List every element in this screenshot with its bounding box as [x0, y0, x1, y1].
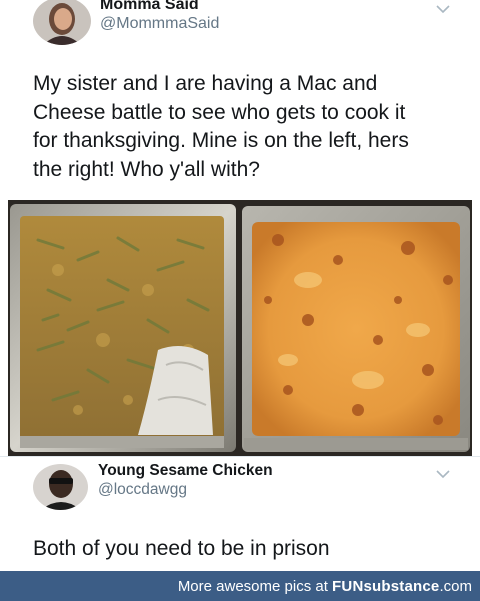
reply-author-name[interactable]: Young Sesame Chicken	[98, 462, 273, 480]
reply-author-handle[interactable]: @loccdawgg	[98, 481, 187, 499]
right-pan	[242, 206, 470, 452]
author-name[interactable]: Momma Said	[100, 0, 199, 14]
tweet-text-line: My sister and I are having a Mac and	[33, 72, 378, 95]
reply-text: Both of you need to be in prison	[33, 537, 330, 560]
chevron-down-icon[interactable]	[436, 4, 450, 14]
tweet-text-line: Cheese battle to see who gets to cook it	[33, 100, 406, 124]
reply-author-avatar[interactable]	[33, 464, 88, 510]
tweet-text-line: the right! Who y'all with?	[33, 157, 260, 181]
divider	[0, 456, 480, 457]
left-pan	[10, 204, 236, 452]
footer-prefix: More awesome pics at	[177, 578, 333, 595]
chevron-down-icon[interactable]	[436, 469, 450, 479]
tweet-header: Momma Said @MommmaSaid	[0, 0, 480, 60]
footer-text[interactable]: More awesome pics at FUNsubstance.com	[178, 578, 472, 595]
tweet-text-line: for thanksgiving. Mine is on the left, h…	[33, 129, 409, 152]
footer-brand-suffix: .com	[439, 578, 472, 595]
author-avatar[interactable]	[33, 0, 91, 45]
author-handle[interactable]: @MommmaSaid	[100, 15, 219, 33]
site-footer-banner[interactable]: More awesome pics at FUNsubstance.com	[0, 571, 480, 601]
footer-brand: FUNsubstance	[332, 578, 440, 595]
tweet-photo[interactable]	[8, 200, 472, 456]
tweet-text: My sister and I are having a Mac and Che…	[33, 70, 463, 184]
